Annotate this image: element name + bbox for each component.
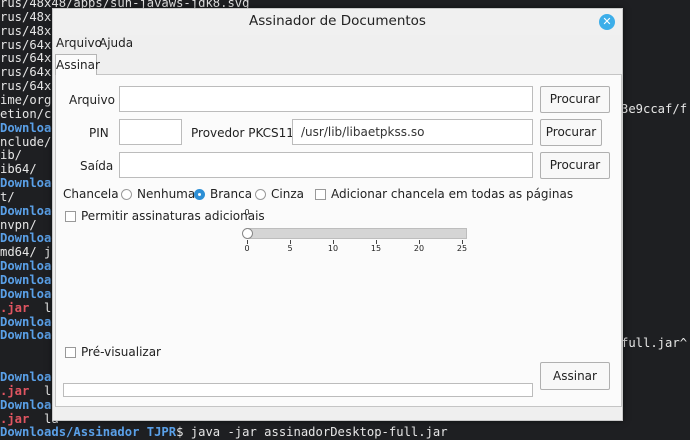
terminal-right-text-1: 3e9ccaf/f bbox=[621, 102, 688, 116]
saida-label: Saída bbox=[80, 159, 114, 173]
radio-cinza[interactable] bbox=[255, 189, 266, 200]
provedor-label: Provedor PKCS11 bbox=[191, 126, 294, 140]
close-icon[interactable]: ✕ bbox=[599, 14, 615, 30]
slider-tick-label: 20 bbox=[413, 244, 425, 253]
arquivo-label: Arquivo bbox=[69, 93, 115, 107]
tab-assinar[interactable]: Assinar bbox=[55, 54, 100, 75]
radio-nenhuma-label[interactable]: Nenhuma bbox=[137, 186, 195, 202]
terminal-right-text-2: full.jar^ bbox=[621, 336, 688, 350]
slider-tick-label: 5 bbox=[287, 244, 293, 253]
procurar-arquivo-button[interactable]: Procurar bbox=[540, 86, 610, 113]
radio-cinza-label[interactable]: Cinza bbox=[271, 186, 304, 202]
procurar-saida-button[interactable]: Procurar bbox=[540, 152, 610, 179]
permitir-checkbox[interactable] bbox=[65, 211, 76, 222]
terminal-line-rest: $ java -jar assinadorDesktop-full.jar bbox=[176, 425, 448, 440]
radio-branca-label[interactable]: Branca bbox=[210, 186, 252, 202]
menu-arquivo[interactable]: Arquivo bbox=[56, 36, 102, 50]
menu-ajuda[interactable]: Ajuda bbox=[99, 36, 133, 50]
progress-bar bbox=[63, 383, 533, 397]
radio-branca[interactable] bbox=[194, 189, 205, 200]
assinador-window: Assinador de Documentos ✕ Arquivo Ajuda … bbox=[52, 8, 623, 421]
slider-tick-label: 25 bbox=[456, 244, 468, 253]
slider-tick-label: 10 bbox=[327, 244, 339, 253]
procurar-provedor-button[interactable]: Procurar bbox=[540, 119, 602, 146]
saida-field[interactable] bbox=[119, 152, 533, 178]
assinaturas-slider[interactable] bbox=[246, 228, 467, 239]
provedor-field[interactable]: /usr/lib/libaetpkss.so bbox=[292, 119, 533, 145]
radio-nenhuma[interactable] bbox=[121, 189, 132, 200]
slider-handle[interactable] bbox=[242, 228, 253, 239]
pin-label: PIN bbox=[89, 126, 109, 140]
previsualizar-checkbox[interactable] bbox=[65, 347, 76, 358]
slider-tick-label: 0 bbox=[244, 244, 250, 253]
assinar-button[interactable]: Assinar bbox=[540, 362, 610, 390]
terminal-line: Downloads/Assinador TJPR$ java -jar assi… bbox=[0, 424, 448, 440]
terminal-line: Download bbox=[0, 327, 59, 343]
terminal-line-text: Downloads/Assinador TJPR bbox=[0, 425, 177, 440]
terminal-line-text: Download bbox=[0, 328, 59, 343]
slider-value-label: 0 bbox=[244, 208, 250, 217]
todas-paginas-checkbox[interactable] bbox=[315, 189, 326, 200]
chancela-label: Chancela bbox=[63, 187, 119, 201]
pin-field[interactable] bbox=[119, 119, 182, 145]
previsualizar-label[interactable]: Pré-visualizar bbox=[81, 344, 161, 360]
title-bar[interactable]: Assinador de Documentos ✕ bbox=[53, 9, 622, 35]
window-title: Assinador de Documentos bbox=[249, 13, 426, 29]
todas-paginas-label[interactable]: Adicionar chancela em todas as páginas bbox=[331, 186, 573, 202]
arquivo-field[interactable] bbox=[119, 86, 533, 112]
slider-tick-label: 15 bbox=[370, 244, 382, 253]
menu-bar: Arquivo Ajuda bbox=[53, 35, 622, 53]
